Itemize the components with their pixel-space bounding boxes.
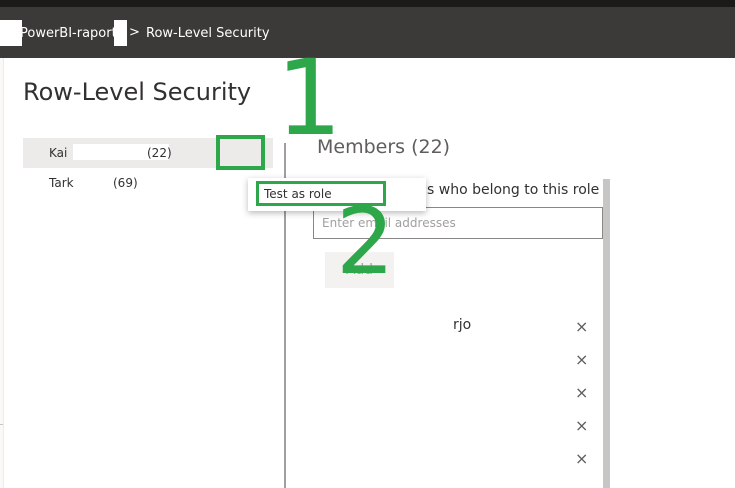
close-icon[interactable]: × xyxy=(575,319,588,335)
breadcrumb-separator-icon: > xyxy=(129,25,140,40)
close-icon[interactable]: × xyxy=(575,418,588,434)
role-name: Tark xyxy=(49,176,74,190)
role-member-count: (69) xyxy=(113,176,138,190)
members-scrollbar[interactable] xyxy=(603,179,610,488)
role-member-count: (22) xyxy=(147,146,172,160)
annotation-step-1: 1 xyxy=(276,37,343,159)
breadcrumb-current-page: Row-Level Security xyxy=(146,26,270,41)
redaction-block xyxy=(114,20,127,46)
close-icon[interactable]: × xyxy=(575,385,588,401)
more-options-icon[interactable] xyxy=(216,135,265,170)
member-name: rjo xyxy=(453,317,472,333)
breadcrumb-workspace[interactable]: PowerBI-raport xyxy=(20,26,117,41)
role-item[interactable]: Tark (69) xyxy=(23,168,273,198)
close-icon[interactable]: × xyxy=(575,451,588,467)
annotation-step-2: 2 xyxy=(336,188,395,295)
role-name: Kai xyxy=(49,146,68,160)
left-edge-divider xyxy=(3,58,4,488)
members-description: s who belong to this role xyxy=(427,182,600,198)
redaction-block xyxy=(0,20,22,46)
close-icon[interactable]: × xyxy=(575,352,588,368)
page-title: Row-Level Security xyxy=(23,78,252,106)
left-edge-tick xyxy=(0,424,3,425)
window-top-strip xyxy=(0,0,735,8)
